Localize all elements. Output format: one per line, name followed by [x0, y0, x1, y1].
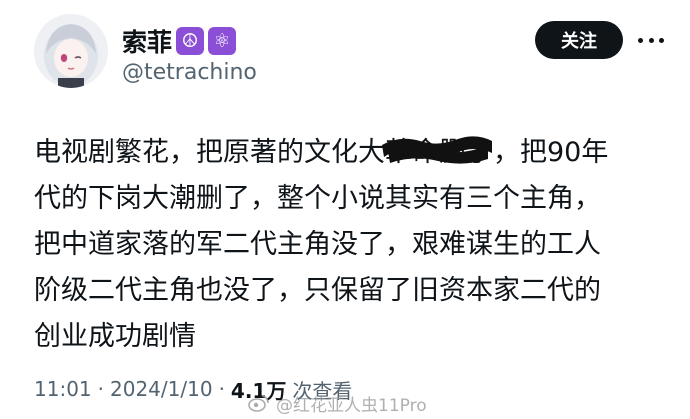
display-name[interactable]: 索菲 ☮ ⚛	[122, 24, 237, 58]
avatar[interactable]	[34, 14, 108, 88]
tweet-line-3: 把中道家落的军二代主角没了，艰难谋生的工人	[34, 229, 601, 260]
redaction-scribble	[382, 136, 492, 164]
tweet-line-2: 代的下岗大潮删了，整个小说其实有三个主角，	[34, 183, 601, 214]
atom-badge-icon: ⚛	[208, 27, 237, 55]
watermark: @红花亚人虫11Pro	[248, 391, 427, 416]
anime-avatar-image	[34, 14, 108, 88]
peace-badge-icon: ☮	[176, 27, 205, 55]
user-handle[interactable]: @tetrachino	[122, 60, 257, 85]
watermark-text: @红花亚人虫11Pro	[276, 395, 427, 416]
tweet-text: 电视剧繁花，把原著的文化大革命删了，把90年 代的下岗大潮删了，整个小说其实有三…	[34, 130, 674, 360]
more-horizontal-icon[interactable]	[638, 30, 664, 50]
tweet-date[interactable]: 2024/1/10	[110, 377, 213, 401]
tweet-line-4: 阶级二代主角也没了，只保留了旧资本家二代的	[34, 275, 601, 306]
meta-separator: ·	[218, 377, 225, 401]
more-dot	[648, 37, 654, 43]
tweet-line-5: 创业成功剧情	[34, 321, 196, 352]
tweet-time[interactable]: 11:01	[34, 377, 92, 401]
follow-button[interactable]: 关注	[535, 21, 623, 59]
more-dot	[659, 37, 664, 43]
tweet-line-1: 电视剧繁花，把原著的文化大革命删了，把90年	[34, 137, 609, 168]
more-dot	[638, 37, 643, 43]
meta-separator: ·	[97, 377, 104, 401]
weibo-logo-icon	[248, 395, 269, 412]
display-name-text: 索菲	[122, 28, 173, 57]
